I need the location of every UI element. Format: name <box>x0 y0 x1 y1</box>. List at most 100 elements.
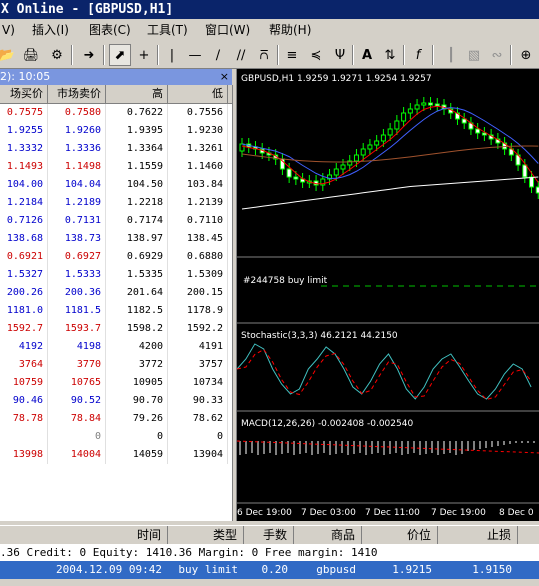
chart-canvas[interactable]: GBPUSD,H1 1.9259 1.9271 1.9254 1.9257 #24… <box>237 69 539 521</box>
cell-low: 90.33 <box>168 392 228 410</box>
close-icon[interactable]: × <box>220 69 229 85</box>
column-sl[interactable]: 止损 <box>438 526 518 544</box>
text-icon[interactable]: A <box>356 44 378 66</box>
cell-high: 1598.2 <box>106 320 168 338</box>
print-icon[interactable]: 🖨 <box>20 44 42 66</box>
menu-window[interactable]: 窗口(W) <box>205 19 250 42</box>
table-row[interactable]: 1.2184 1.2189 1.2218 1.2139 <box>0 194 232 212</box>
table-row[interactable]: 13998 14004 14059 13904 <box>0 446 232 464</box>
cell-bid: 138.68 <box>0 230 48 248</box>
table-row[interactable]: 3764 3770 3772 3757 <box>0 356 232 374</box>
menu-view[interactable]: V) <box>2 19 15 42</box>
candle-body <box>407 108 413 114</box>
table-row[interactable]: 1.9255 1.9260 1.9395 1.9230 <box>0 122 232 140</box>
column-lots[interactable]: 手数 <box>244 526 294 544</box>
candle-body <box>401 112 407 122</box>
cell-ask: 1.9260 <box>48 122 106 140</box>
candle-body <box>421 102 427 106</box>
candle-body <box>387 128 393 136</box>
line-chart-icon[interactable]: ∾ <box>486 44 508 66</box>
table-row[interactable]: 104.00 104.04 104.50 103.84 <box>0 176 232 194</box>
cell-high: 104.50 <box>106 176 168 194</box>
cell-ask: 200.36 <box>48 284 106 302</box>
open-icon[interactable]: 📂 <box>0 44 18 66</box>
table-row[interactable]: 1592.7 1593.7 1598.2 1592.2 <box>0 320 232 338</box>
table-row[interactable]: 1.3332 1.3336 1.3364 1.3261 <box>0 140 232 158</box>
column-bid[interactable]: 场买价 <box>0 85 48 103</box>
cell-low: 13904 <box>168 446 228 464</box>
candle-body <box>367 144 373 150</box>
market-watch-time: 2): 10:05 <box>0 70 51 83</box>
table-row[interactable]: 1.1493 1.1498 1.1559 1.1460 <box>0 158 232 176</box>
indicator-icon[interactable]: f <box>407 44 429 66</box>
cursor-icon[interactable]: ⬈ <box>109 44 131 66</box>
column-time[interactable]: 时间 <box>0 526 168 544</box>
table-row[interactable]: 0.7575 0.7580 0.7622 0.7556 <box>0 104 232 122</box>
menu-charts[interactable]: 图表(C) <box>89 19 131 42</box>
column-symbol[interactable]: 商品 <box>294 526 362 544</box>
table-row[interactable]: 000 <box>0 428 232 446</box>
candle-body <box>239 143 245 152</box>
order-type: buy limit <box>178 563 238 576</box>
column-type[interactable]: 类型 <box>168 526 244 544</box>
candle-chart-icon[interactable]: ▧ <box>463 44 485 66</box>
order-row[interactable]: 2004.12.09 09:42 buy limit 0.20 gbpusd 1… <box>0 561 539 579</box>
cell-bid: 0.7126 <box>0 212 48 230</box>
table-row[interactable]: 0.6921 0.6927 0.6929 0.6880 <box>0 248 232 266</box>
column-low[interactable]: 低 <box>168 85 228 103</box>
cell-ask: 1.3336 <box>48 140 106 158</box>
table-row[interactable]: 78.78 78.84 79.26 78.62 <box>0 410 232 428</box>
table-row[interactable]: 1.5327 1.5333 1.5335 1.5309 <box>0 266 232 284</box>
cell-ask: 1.1498 <box>48 158 106 176</box>
cell-ask: 10765 <box>48 374 106 392</box>
column-ask[interactable]: 市场卖价 <box>48 85 106 103</box>
chart-window[interactable]: GBPUSD,H1 1.9259 1.9271 1.9254 1.9257 #24… <box>236 69 539 521</box>
menu-tools[interactable]: 工具(T) <box>147 19 188 42</box>
zoom-in-icon[interactable]: ⊕ <box>515 44 537 66</box>
gann-icon[interactable]: ⩃ <box>253 44 275 66</box>
order-price: 1.9215 <box>392 563 432 576</box>
cell-low: 138.45 <box>168 230 228 248</box>
table-row[interactable]: 10759 10765 10905 10734 <box>0 374 232 392</box>
pitchfork-icon[interactable]: Ψ <box>329 44 351 66</box>
horizontal-line-icon[interactable]: — <box>184 44 206 66</box>
table-row[interactable]: 138.68 138.73 138.97 138.45 <box>0 230 232 248</box>
candle-body <box>414 104 420 110</box>
expert-icon[interactable]: ➜ <box>78 44 100 66</box>
candle-body <box>522 164 528 178</box>
table-row[interactable]: 1181.0 1181.5 1182.5 1178.9 <box>0 302 232 320</box>
time-axis-label: 8 Dec 0 <box>499 508 534 518</box>
column-high[interactable]: 高 <box>106 85 168 103</box>
cell-high: 4200 <box>106 338 168 356</box>
cell-high: 1.3364 <box>106 140 168 158</box>
market-watch-columns: 场买价 市场卖价 高 低 <box>0 85 232 104</box>
cell-high: 90.70 <box>106 392 168 410</box>
vertical-line-icon[interactable]: | <box>161 44 183 66</box>
cell-bid <box>0 428 48 446</box>
cell-ask: 90.52 <box>48 392 106 410</box>
table-row[interactable]: 4192 4198 4200 4191 <box>0 338 232 356</box>
time-axis-label: 7 Dec 11:00 <box>365 508 420 518</box>
menu-insert[interactable]: 插入(I) <box>32 19 69 42</box>
column-price[interactable]: 价位 <box>362 526 438 544</box>
bar-chart-icon[interactable]: ┃ <box>440 44 462 66</box>
fibo-icon[interactable]: ≡ <box>281 44 303 66</box>
channel-icon[interactable]: ∕∕ <box>230 44 252 66</box>
time-axis-label: 6 Dec 19:00 <box>237 508 292 518</box>
cell-high: 1.9395 <box>106 122 168 140</box>
menu-help[interactable]: 帮助(H) <box>269 19 311 42</box>
properties-icon[interactable]: ⚙ <box>46 44 68 66</box>
crosshair-icon[interactable]: + <box>133 44 155 66</box>
candle-body <box>475 128 481 134</box>
table-row[interactable]: 90.46 90.52 90.70 90.33 <box>0 392 232 410</box>
cell-low: 1.1460 <box>168 158 228 176</box>
table-row[interactable]: 0.7126 0.7131 0.7174 0.7110 <box>0 212 232 230</box>
arrows-icon[interactable]: ⇅ <box>379 44 401 66</box>
line-studies-icon[interactable]: ≼ <box>305 44 327 66</box>
cell-bid: 0.7575 <box>0 104 48 122</box>
cell-bid: 90.46 <box>0 392 48 410</box>
trendline-icon[interactable]: ∕ <box>207 44 229 66</box>
ma-slow-line <box>241 176 539 210</box>
table-row[interactable]: 200.26 200.36 201.64 200.15 <box>0 284 232 302</box>
cell-high: 201.64 <box>106 284 168 302</box>
